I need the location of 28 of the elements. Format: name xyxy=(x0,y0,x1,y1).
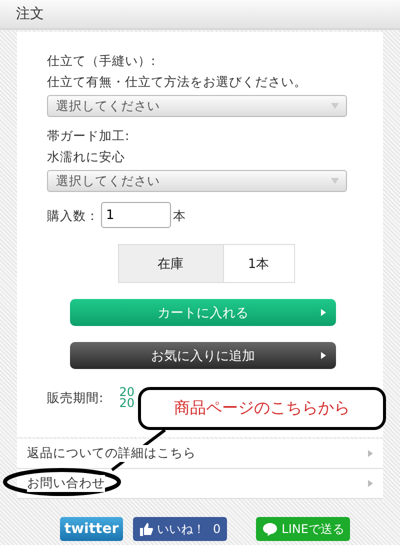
chevron-down-icon xyxy=(330,177,340,185)
chevron-down-icon xyxy=(330,102,340,110)
chat-bubble-icon xyxy=(262,522,278,536)
thumbs-up-icon xyxy=(139,522,153,536)
sales-period-label: 販売期間: xyxy=(47,389,104,407)
quantity-unit: 本 xyxy=(173,206,186,224)
option-description: 水濡れに安心 xyxy=(47,148,126,166)
link-item[interactable]: 返品についての詳細はこちら xyxy=(17,439,383,469)
arrow-right-icon xyxy=(321,352,326,359)
sales-period-date: 20 xyxy=(119,398,134,409)
select-field[interactable]: 選択してください xyxy=(47,95,347,117)
link-item[interactable]: お問い合わせ xyxy=(17,469,383,499)
option-label: 仕立て（手縫い）: xyxy=(47,52,156,70)
arrow-right-icon xyxy=(321,309,326,316)
stock-header: 在庫 xyxy=(118,245,224,282)
section-title: 注文 xyxy=(16,5,44,23)
like-button[interactable]: いいね！ 0 xyxy=(133,517,227,541)
arrow-right-icon xyxy=(368,480,373,487)
tweet-button[interactable]: twitter xyxy=(60,517,123,541)
arrow-right-icon xyxy=(368,450,373,457)
option-description: 仕立て有無・仕立て方法をお選びください。 xyxy=(47,73,308,91)
select-field[interactable]: 選択してください xyxy=(47,170,347,192)
add-favorite-button[interactable]: お気に入りに追加 xyxy=(70,342,336,369)
quantity-label: 購入数： xyxy=(47,206,99,224)
quantity-input[interactable]: 1 xyxy=(101,202,171,228)
annotation-callout: 商品ページのこちらから xyxy=(138,387,386,430)
option-label: 帯ガード加工: xyxy=(47,127,130,145)
sales-period-date: 20 xyxy=(119,387,134,398)
